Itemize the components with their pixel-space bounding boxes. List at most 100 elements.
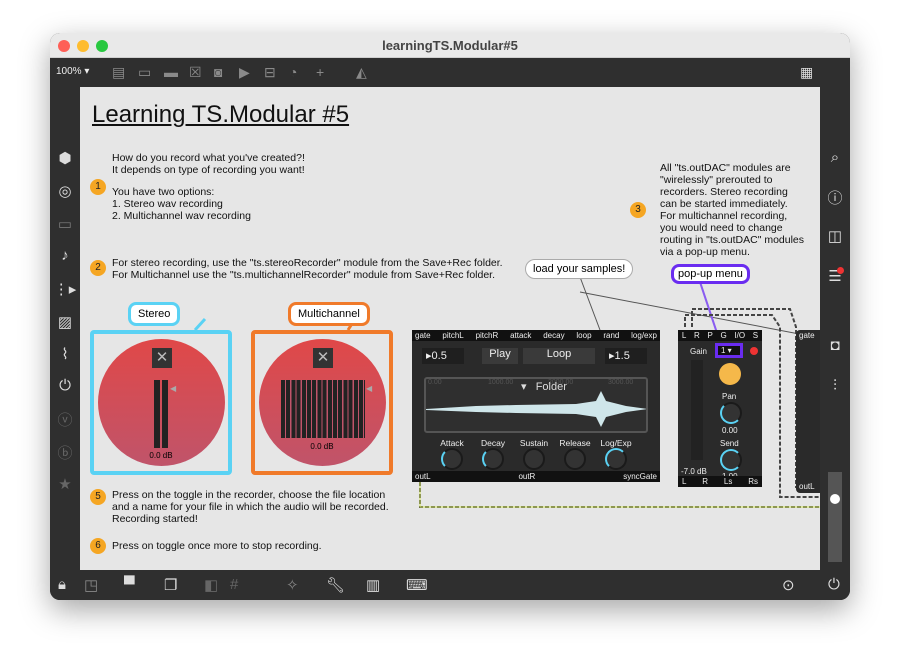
message-icon[interactable]: ▭	[138, 64, 151, 81]
record-toggle[interactable]: ✕	[313, 348, 333, 368]
gain-slider[interactable]: ◀	[170, 384, 176, 393]
info-icon[interactable]: ⓘ	[820, 187, 850, 208]
title-bar: learningTS.Modular#5	[50, 33, 850, 58]
inlet-label: rand	[603, 331, 620, 340]
mixer-icon[interactable]: ⫶	[820, 377, 850, 394]
presentation-icon[interactable]: ◳	[84, 576, 98, 594]
knob-label: Release	[559, 438, 591, 448]
newobject-icon[interactable]: ▤	[112, 64, 125, 81]
package-icon[interactable]: ⬢	[50, 149, 80, 167]
mute-button[interactable]	[750, 347, 758, 355]
book-icon[interactable]: ◫	[820, 227, 850, 245]
patcher-canvas: Learning TS.Modular #5 How do you record…	[80, 87, 820, 570]
knob-release[interactable]	[564, 448, 586, 470]
presentation-mode-icon[interactable]: ▀	[124, 576, 135, 593]
window-title: learningTS.Modular#5	[382, 38, 518, 53]
play-object-icon[interactable]: ▶	[239, 64, 250, 81]
outlet-label: outL	[799, 482, 815, 491]
paperclip-icon[interactable]: ⌇	[50, 345, 80, 363]
align-icon[interactable]: ◧	[204, 576, 218, 594]
pitch-left-number[interactable]: ▸0.5	[422, 348, 464, 364]
bottom-toolbar: 🔒︎ ◳ ▀ ❐ ◧ # ✧ 🔧︎ ▥ ⌨ ⊙ ⏻	[50, 570, 850, 600]
send-knob[interactable]	[720, 449, 742, 471]
patcher-window: learningTS.Modular#5 100% ▾ ▤ ▭ ▬ ☒ ◙ ▶ …	[50, 33, 850, 600]
inlet-label: P	[707, 331, 713, 340]
volume-slider[interactable]	[828, 472, 842, 562]
knob-attack[interactable]	[441, 448, 463, 470]
outlet-label: outR	[518, 472, 536, 481]
playlist-icon[interactable]: ⋮▸	[50, 280, 80, 298]
stereo-comment: Stereo	[128, 302, 181, 326]
outlet-bar: outL outR syncGate	[412, 471, 660, 482]
zoom-select[interactable]: 100% ▾	[56, 66, 89, 77]
gain-slider[interactable]	[691, 360, 703, 460]
toggle-icon[interactable]: ☒	[189, 64, 202, 81]
multi-db: 0.0 dB	[310, 442, 334, 451]
grid-snap-icon[interactable]: #	[230, 576, 238, 593]
record-toggle[interactable]: ✕	[152, 348, 172, 368]
knob-sustain[interactable]	[523, 448, 545, 470]
inlet-label: attack	[510, 331, 532, 340]
piano-icon[interactable]: ▥	[366, 576, 380, 594]
toolbar: 100% ▾ ▤ ▭ ▬ ☒ ◙ ▶ ⊟ ◔ + ◭ ▦	[50, 58, 850, 87]
debug-icon[interactable]: ✧	[286, 576, 299, 594]
inlet-bar: L R P G I/O S	[678, 330, 762, 341]
film-icon[interactable]: ▭	[50, 215, 80, 233]
inlet-label: S	[752, 331, 759, 340]
add-icon[interactable]: +	[316, 64, 324, 80]
play-button[interactable]: Play	[482, 348, 518, 364]
star-icon[interactable]: ★	[50, 475, 80, 493]
inlet-label: decay	[543, 331, 565, 340]
routing-popup-menu[interactable]: 1 ▾	[715, 343, 743, 358]
camera-icon[interactable]: ◘	[820, 337, 850, 354]
knob-label: Decay	[480, 438, 506, 448]
image-icon[interactable]: ▨	[50, 313, 80, 331]
multichannel-comment: Multichannel	[288, 302, 370, 326]
knob-label: Log/Exp	[600, 438, 632, 448]
multichannel-recorder: ✕ ◀ 0.0 dB	[251, 330, 393, 475]
ruler-tick: 3000.00	[608, 379, 634, 386]
inlet-label: R	[693, 331, 700, 340]
power-icon[interactable]: ⏻	[828, 576, 840, 593]
inlet-label: gate	[799, 331, 815, 340]
knob-decay[interactable]	[482, 448, 504, 470]
multichannel-meters	[281, 380, 365, 438]
pan-knob[interactable]	[720, 402, 742, 424]
outlet-label: Ls	[723, 477, 733, 486]
plug-icon[interactable]: ⏻	[50, 377, 80, 394]
stereo-recorder: ✕ ◀ 0.0 dB	[90, 330, 232, 475]
meter-right	[162, 380, 168, 448]
v-icon[interactable]: ⓥ	[50, 409, 80, 430]
sampler-module-partial: gate outL	[796, 330, 820, 493]
dial-icon[interactable]: ◔	[289, 64, 297, 80]
lock-icon[interactable]: 🔒︎	[58, 576, 66, 593]
comment-icon[interactable]: ▬	[164, 64, 178, 80]
windows-icon[interactable]: ❐	[164, 576, 177, 594]
inlet-label: pitchR	[475, 331, 499, 340]
button-icon[interactable]: ◙	[214, 64, 222, 80]
grid-icon[interactable]: ▦	[800, 64, 813, 81]
gain-slider[interactable]: ◀	[366, 384, 372, 393]
patch-cords	[193, 276, 820, 508]
sampler-module: gate pitchL pitchR attack decay loop rand log/e…	[412, 330, 660, 482]
pitch-right-number[interactable]: ▸1.5	[605, 348, 647, 364]
outlet-label: syncGate	[623, 472, 657, 481]
music-icon[interactable]: ♪	[50, 247, 80, 264]
solo-button[interactable]	[719, 363, 741, 385]
search-icon[interactable]: ⌕	[820, 149, 850, 166]
send-label: Send	[720, 439, 739, 448]
paint-bucket-icon[interactable]: ◭	[356, 64, 367, 81]
target-icon[interactable]: ◎	[50, 182, 80, 200]
audio-play-icon[interactable]: ⊙	[782, 576, 795, 594]
knob-label: Sustain	[519, 438, 549, 448]
list-icon[interactable]: ☰	[820, 267, 850, 285]
loop-button[interactable]: Loop	[523, 348, 595, 364]
waveform-display[interactable]: 0.00 1000.00 2000.00 3000.00 ▾ Folder	[424, 377, 648, 433]
keyboard-icon[interactable]: ⌨	[406, 576, 428, 594]
zoom-value: 100%	[56, 66, 82, 77]
wrench-icon[interactable]: 🔧︎	[326, 576, 345, 594]
inlet-label: log/exp	[631, 331, 657, 340]
knob-log-exp[interactable]	[605, 448, 627, 470]
b-icon[interactable]: ⓑ	[50, 442, 80, 463]
slider-icon[interactable]: ⊟	[264, 64, 276, 81]
